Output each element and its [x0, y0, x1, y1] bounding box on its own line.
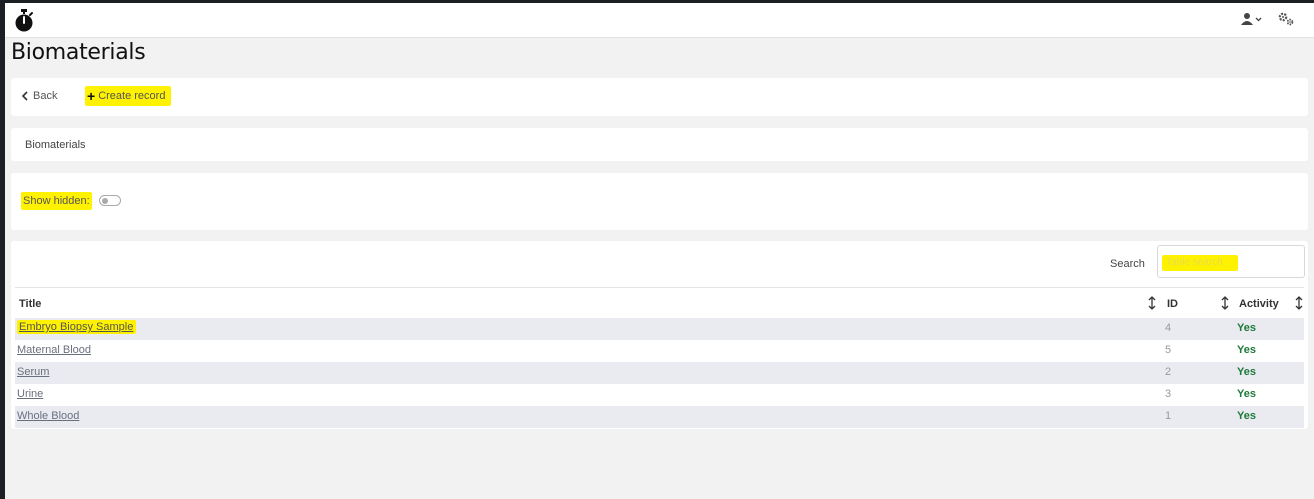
- sort-icon[interactable]: [1148, 296, 1156, 310]
- app-frame: Biomaterials Back + Create record Biomat…: [5, 3, 1314, 499]
- table-row: Serum 2 Yes: [15, 362, 1304, 384]
- breadcrumb-item: Biomaterials: [25, 139, 86, 151]
- back-button[interactable]: Back: [21, 90, 57, 102]
- user-icon: [1241, 13, 1262, 25]
- row-activity: Yes: [1237, 366, 1256, 378]
- search-placeholder: Table search: [1162, 255, 1238, 271]
- back-label: Back: [33, 90, 58, 102]
- row-id: 2: [1165, 366, 1172, 378]
- search-input[interactable]: Table search: [1157, 245, 1305, 278]
- row-activity: Yes: [1237, 344, 1256, 356]
- filter-card: Show hidden:: [11, 173, 1308, 230]
- create-record-label: Create record: [98, 90, 166, 102]
- show-hidden-label: Show hidden:: [21, 192, 92, 210]
- table-row: Embryo Biopsy Sample 4 Yes: [15, 318, 1304, 340]
- search-label: Search: [1110, 258, 1145, 270]
- table-card: Search Table search Title ID Activity Em…: [11, 241, 1308, 429]
- top-navbar: [5, 3, 1314, 38]
- column-header-activity[interactable]: Activity: [1239, 298, 1279, 310]
- table-body: Embryo Biopsy Sample 4 Yes Maternal Bloo…: [15, 318, 1304, 428]
- row-activity: Yes: [1237, 322, 1256, 334]
- row-id: 4: [1165, 322, 1172, 334]
- row-title-link[interactable]: Whole Blood: [17, 410, 79, 422]
- table-row: Whole Blood 1 Yes: [15, 406, 1304, 428]
- gears-icon[interactable]: [1277, 11, 1295, 27]
- stopwatch-icon[interactable]: [13, 9, 35, 33]
- sort-icon[interactable]: [1221, 296, 1229, 310]
- sort-icon[interactable]: [1295, 296, 1303, 310]
- row-id: 5: [1165, 344, 1172, 356]
- row-id: 1: [1165, 410, 1172, 422]
- column-header-id[interactable]: ID: [1167, 298, 1178, 310]
- row-activity: Yes: [1237, 388, 1256, 400]
- row-activity: Yes: [1237, 410, 1256, 422]
- chevron-left-icon: [21, 91, 28, 101]
- show-hidden-toggle[interactable]: [99, 195, 121, 206]
- create-record-button[interactable]: + Create record: [85, 86, 172, 106]
- plus-icon: +: [87, 87, 96, 104]
- page-title: Biomaterials: [11, 40, 146, 65]
- toggle-knob: [102, 198, 108, 204]
- breadcrumb: Biomaterials: [11, 128, 1308, 161]
- row-title-link[interactable]: Maternal Blood: [17, 344, 91, 356]
- row-title-link[interactable]: Serum: [17, 366, 49, 378]
- column-header-title[interactable]: Title: [19, 298, 41, 310]
- table-row: Urine 3 Yes: [15, 384, 1304, 406]
- table-row: Maternal Blood 5 Yes: [15, 340, 1304, 362]
- user-menu[interactable]: [1241, 12, 1263, 26]
- row-id: 3: [1165, 388, 1172, 400]
- row-title-link[interactable]: Urine: [17, 388, 43, 400]
- actions-card: Back + Create record: [11, 78, 1308, 116]
- row-title-link[interactable]: Embryo Biopsy Sample: [17, 320, 137, 334]
- table-header: Title ID Activity: [15, 287, 1304, 318]
